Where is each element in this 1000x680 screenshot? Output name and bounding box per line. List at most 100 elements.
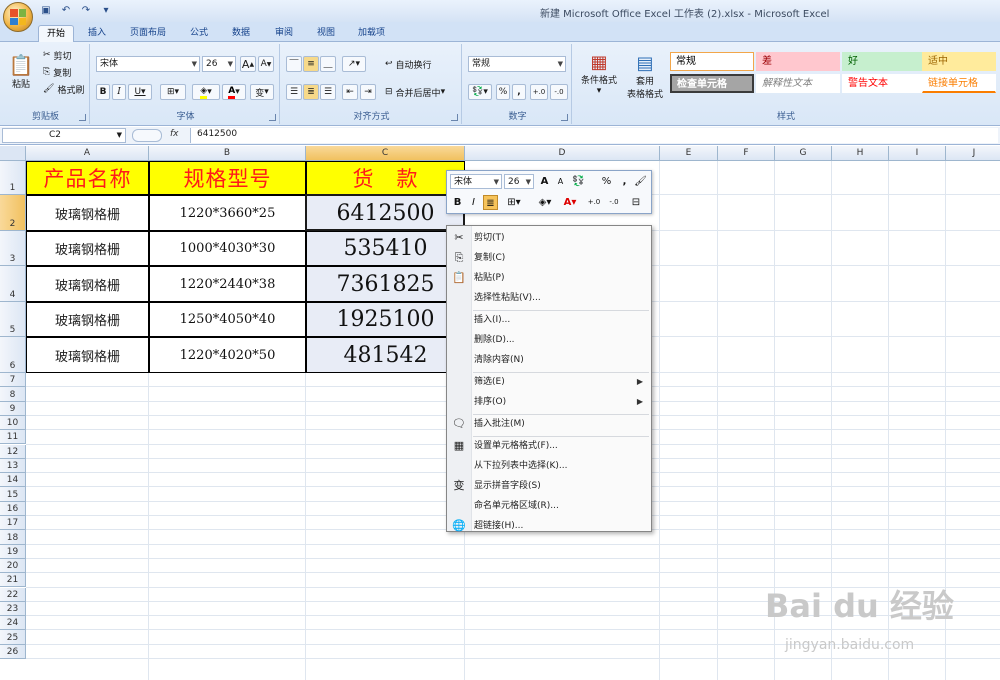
row-header[interactable]: 16 bbox=[0, 501, 26, 516]
decrease-decimal-button[interactable]: -.0 bbox=[550, 84, 568, 100]
column-header[interactable]: D bbox=[465, 146, 660, 161]
font-size-combo[interactable]: 26 ▼ bbox=[202, 56, 236, 72]
context-menu-item[interactable]: 删除(D)... bbox=[447, 331, 651, 349]
mini-fill-icon[interactable]: ◈▾ bbox=[533, 195, 557, 210]
tab-data[interactable]: 数据 bbox=[224, 25, 258, 42]
row-header[interactable]: 25 bbox=[0, 630, 26, 645]
style-check-cell[interactable]: 检查单元格 bbox=[670, 74, 754, 93]
mini-bold-button[interactable]: B bbox=[450, 195, 465, 210]
table-cell[interactable]: 7361825 bbox=[306, 266, 465, 302]
context-menu-item[interactable]: ▦ 设置单元格格式(F)... bbox=[447, 437, 651, 455]
mini-italic-button[interactable]: I bbox=[466, 195, 481, 210]
mini-increase-decimal-icon[interactable]: +.0 bbox=[585, 195, 603, 210]
row-header[interactable]: 9 bbox=[0, 401, 26, 416]
context-menu-item[interactable]: 选择性粘贴(V)... bbox=[447, 289, 651, 307]
row-header[interactable]: 19 bbox=[0, 544, 26, 559]
table-header-cell[interactable]: 货 款 bbox=[306, 161, 465, 195]
context-menu-item[interactable]: 插入(I)... bbox=[447, 311, 651, 329]
context-menu-item[interactable]: 🗨 插入批注(M) bbox=[447, 415, 651, 433]
mini-borders-icon[interactable]: ⊞▾ bbox=[503, 195, 525, 210]
table-cell[interactable]: 1220*4020*50 bbox=[149, 337, 306, 373]
row-header[interactable]: 12 bbox=[0, 444, 26, 459]
bold-button[interactable]: B bbox=[96, 84, 110, 100]
mini-format-painter-icon[interactable]: 🖌 bbox=[633, 174, 648, 189]
paste-button[interactable]: 📋 粘贴 bbox=[6, 46, 36, 96]
mini-center-icon[interactable]: ≣ bbox=[483, 195, 498, 210]
style-normal[interactable]: 常规 bbox=[670, 52, 754, 71]
context-menu-item[interactable]: 🌐 超链接(H)... bbox=[447, 517, 651, 535]
mini-font-color-icon[interactable]: A▾ bbox=[559, 195, 581, 210]
format-painter-button[interactable]: 🖌 格式刷 bbox=[40, 82, 87, 96]
select-all-corner[interactable] bbox=[0, 146, 26, 161]
underline-button[interactable]: U ▾ bbox=[128, 84, 152, 100]
undo-icon[interactable]: ↶ bbox=[58, 3, 74, 18]
orientation-button[interactable]: ↗ ▾ bbox=[342, 56, 366, 72]
column-header[interactable]: A bbox=[26, 146, 149, 161]
row-header[interactable]: 26 bbox=[0, 644, 26, 659]
row-header[interactable]: 2 bbox=[0, 195, 26, 231]
style-warning[interactable]: 警告文本 bbox=[842, 74, 926, 93]
context-menu-item[interactable]: ⎘ 复制(C) bbox=[447, 249, 651, 267]
phonetic-button[interactable]: 变 ▾ bbox=[250, 84, 274, 100]
format-as-table-button[interactable]: ▤ 套用 表格格式 bbox=[622, 48, 668, 104]
tab-formulas[interactable]: 公式 bbox=[182, 25, 216, 42]
mini-percent-button[interactable]: % bbox=[599, 174, 614, 189]
style-explanatory[interactable]: 解释性文本 bbox=[756, 74, 840, 93]
table-cell[interactable]: 1000*4030*30 bbox=[149, 231, 306, 266]
tab-insert[interactable]: 插入 bbox=[80, 25, 114, 42]
wrap-text-button[interactable]: ↩ 自动换行 bbox=[382, 56, 435, 72]
row-header[interactable]: 1 bbox=[0, 161, 26, 195]
column-header[interactable]: G bbox=[775, 146, 832, 161]
column-header[interactable]: B bbox=[149, 146, 306, 161]
table-header-cell[interactable]: 规格型号 bbox=[149, 161, 306, 195]
cut-button[interactable]: ✂ 剪切 bbox=[40, 48, 75, 62]
style-linked-cell[interactable]: 链接单元格 bbox=[922, 74, 996, 93]
align-center-button[interactable]: ≣ bbox=[303, 84, 319, 100]
mini-size-combo[interactable]: 26 ▼ bbox=[504, 174, 534, 189]
increase-decimal-button[interactable]: +.0 bbox=[530, 84, 548, 100]
context-menu-item[interactable]: 筛选(E) ▶ bbox=[447, 373, 651, 391]
table-cell[interactable]: 6412500 bbox=[306, 195, 465, 231]
number-format-combo[interactable]: 常规 ▼ bbox=[468, 56, 566, 72]
table-cell[interactable]: 1220*2440*38 bbox=[149, 266, 306, 302]
row-header[interactable]: 3 bbox=[0, 231, 26, 266]
alignment-launcher-icon[interactable] bbox=[451, 114, 458, 121]
tab-addins[interactable]: 加载项 bbox=[350, 25, 393, 42]
table-cell[interactable]: 玻璃钢格栅 bbox=[26, 266, 149, 302]
context-menu-item[interactable]: ✂ 剪切(T) bbox=[447, 229, 651, 247]
row-header[interactable]: 23 bbox=[0, 601, 26, 617]
table-cell[interactable]: 1220*3660*25 bbox=[149, 195, 306, 231]
increase-indent-button[interactable]: ⇥ bbox=[360, 84, 376, 100]
row-header[interactable]: 20 bbox=[0, 558, 26, 574]
formula-input[interactable]: 6412500 bbox=[190, 128, 998, 143]
conditional-format-button[interactable]: ▦ 条件格式 ▾ bbox=[576, 48, 622, 100]
italic-button[interactable]: I bbox=[112, 84, 126, 100]
column-header[interactable]: C bbox=[306, 146, 465, 161]
row-header[interactable]: 8 bbox=[0, 387, 26, 402]
align-right-button[interactable]: ☰ bbox=[320, 84, 336, 100]
mini-grow-font-icon[interactable]: A bbox=[537, 174, 552, 189]
mini-comma-button[interactable]: , bbox=[617, 174, 632, 189]
font-color-button[interactable]: A ▾ bbox=[222, 84, 246, 100]
fill-color-button[interactable]: ◈ ▾ bbox=[192, 84, 220, 100]
mini-shrink-font-icon[interactable]: A bbox=[553, 174, 568, 189]
context-menu-item[interactable]: 从下拉列表中选择(K)... bbox=[447, 457, 651, 475]
tab-view[interactable]: 视图 bbox=[309, 25, 343, 42]
table-cell[interactable]: 玻璃钢格栅 bbox=[26, 195, 149, 231]
row-header[interactable]: 10 bbox=[0, 415, 26, 431]
percent-button[interactable]: % bbox=[496, 84, 510, 100]
table-cell[interactable]: 玻璃钢格栅 bbox=[26, 302, 149, 337]
comma-button[interactable]: , bbox=[512, 84, 526, 100]
mini-merge-icon[interactable]: ⊟ bbox=[627, 195, 645, 210]
mini-decrease-decimal-icon[interactable]: -.0 bbox=[605, 195, 623, 210]
copy-button[interactable]: ⎘ 复制 bbox=[40, 65, 74, 79]
table-cell[interactable]: 玻璃钢格栅 bbox=[26, 231, 149, 266]
row-header[interactable]: 21 bbox=[0, 573, 26, 588]
redo-icon[interactable]: ↷ bbox=[78, 3, 94, 18]
accounting-format-button[interactable]: 💱 ▾ bbox=[468, 84, 492, 100]
row-header[interactable]: 5 bbox=[0, 302, 26, 337]
number-launcher-icon[interactable] bbox=[561, 114, 568, 121]
mini-currency-icon[interactable]: 💱 bbox=[571, 174, 586, 189]
insert-function-icon[interactable]: fx bbox=[170, 129, 179, 139]
column-header[interactable]: J bbox=[946, 146, 1000, 161]
